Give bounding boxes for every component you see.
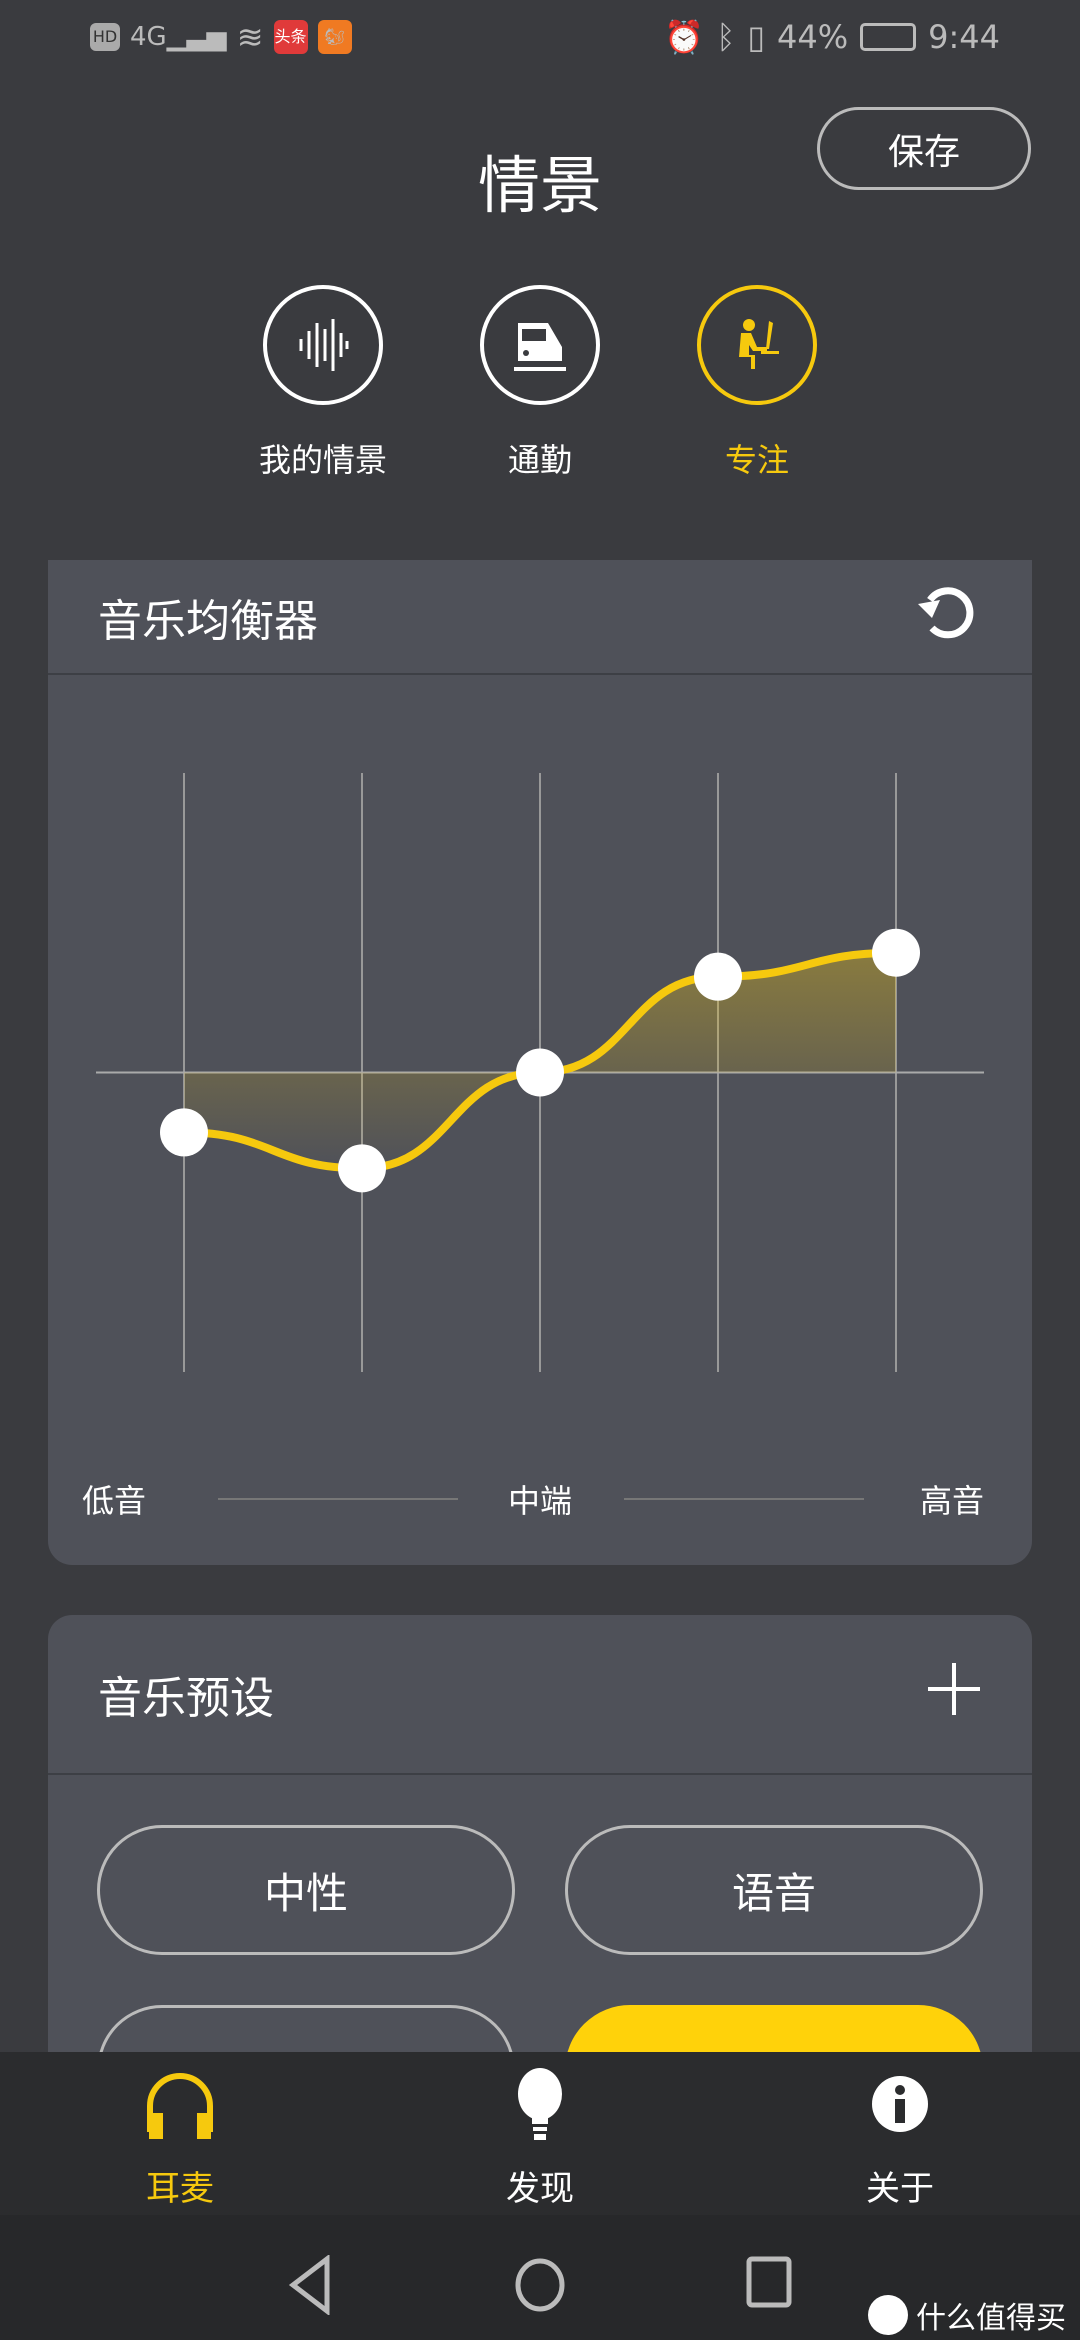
soundwave-icon bbox=[263, 285, 383, 405]
info-icon bbox=[872, 2076, 928, 2132]
preset-button[interactable]: 语音 bbox=[565, 1825, 983, 1955]
lightbulb-icon bbox=[518, 2068, 562, 2140]
4g-signal-icon: 4G▁▃▅ bbox=[130, 22, 227, 52]
person-at-desk-icon bbox=[697, 285, 817, 405]
plus-icon[interactable] bbox=[926, 1661, 982, 1728]
back-icon[interactable] bbox=[285, 2255, 335, 2315]
train-icon bbox=[480, 285, 600, 405]
headphones-icon bbox=[147, 2073, 213, 2139]
hd-icon: HD bbox=[90, 23, 120, 51]
save-button[interactable]: 保存 bbox=[817, 107, 1031, 190]
nav-about[interactable]: 关于 bbox=[720, 2052, 1080, 2215]
nav-label: 耳麦 bbox=[146, 2169, 214, 2209]
preset-button[interactable]: 中性 bbox=[97, 1825, 515, 1955]
scene-label: 我的情景 bbox=[258, 441, 387, 479]
presets-title: 音乐预设 bbox=[98, 1673, 274, 1724]
eq-axis-labels: 低音 中端 高音 bbox=[48, 1470, 1032, 1530]
home-icon[interactable] bbox=[512, 2255, 568, 2315]
scene-commute[interactable]: 通勤 bbox=[440, 285, 640, 481]
watermark-text: 什么值得买 bbox=[916, 2301, 1066, 2336]
eq-band-handle[interactable] bbox=[160, 1108, 208, 1157]
scene-label: 通勤 bbox=[507, 441, 572, 479]
divider-line bbox=[218, 1498, 458, 1500]
divider-line bbox=[624, 1498, 864, 1500]
scene-focus[interactable]: 专注 bbox=[657, 285, 857, 481]
eq-band-handle[interactable] bbox=[338, 1144, 386, 1193]
wifi-icon: ≋ bbox=[236, 18, 264, 56]
battery-icon bbox=[860, 23, 917, 51]
watermark-logo-icon bbox=[868, 2295, 908, 2335]
eq-label-mid: 中端 bbox=[508, 1482, 573, 1520]
eq-label-high: 高音 bbox=[919, 1482, 984, 1520]
nav-label: 关于 bbox=[866, 2169, 934, 2209]
clock: 9:44 bbox=[928, 18, 1000, 56]
battery-percent: 44% bbox=[777, 18, 849, 56]
scene-label: 专注 bbox=[724, 441, 789, 479]
recents-icon[interactable] bbox=[745, 2255, 795, 2311]
alarm-icon: ⏰ bbox=[664, 18, 705, 56]
equalizer-chart[interactable] bbox=[48, 560, 1032, 1565]
bottom-nav: 耳麦 发现 关于 bbox=[0, 2052, 1080, 2215]
status-bar: HD 4G▁▃▅ ≋ 头条 🐿 ⏰ ᛒ ▯ 44% 9:44 bbox=[0, 0, 1080, 80]
eq-label-low: 低音 bbox=[82, 1482, 147, 1520]
toutiao-app-icon: 头条 bbox=[273, 20, 308, 54]
nav-label: 发现 bbox=[506, 2169, 574, 2209]
eq-band-handle[interactable] bbox=[694, 952, 742, 1001]
uc-browser-app-icon: 🐿 bbox=[317, 20, 352, 54]
watermark: 什么值得买 bbox=[868, 2293, 1066, 2337]
scene-my-scene[interactable]: 我的情景 bbox=[223, 285, 423, 481]
nav-discover[interactable]: 发现 bbox=[360, 2052, 720, 2215]
bluetooth-icon: ᛒ bbox=[716, 18, 736, 56]
vibrate-icon: ▯ bbox=[747, 18, 766, 56]
equalizer-card: 音乐均衡器 低音 中端 高音 bbox=[48, 560, 1032, 1565]
eq-band-handle[interactable] bbox=[872, 928, 920, 977]
presets-header: 音乐预设 bbox=[48, 1615, 1032, 1775]
nav-headset[interactable]: 耳麦 bbox=[0, 2052, 360, 2215]
presets-card: 音乐预设 中性 语音 bbox=[48, 1615, 1032, 2135]
eq-band-handle[interactable] bbox=[516, 1048, 564, 1097]
